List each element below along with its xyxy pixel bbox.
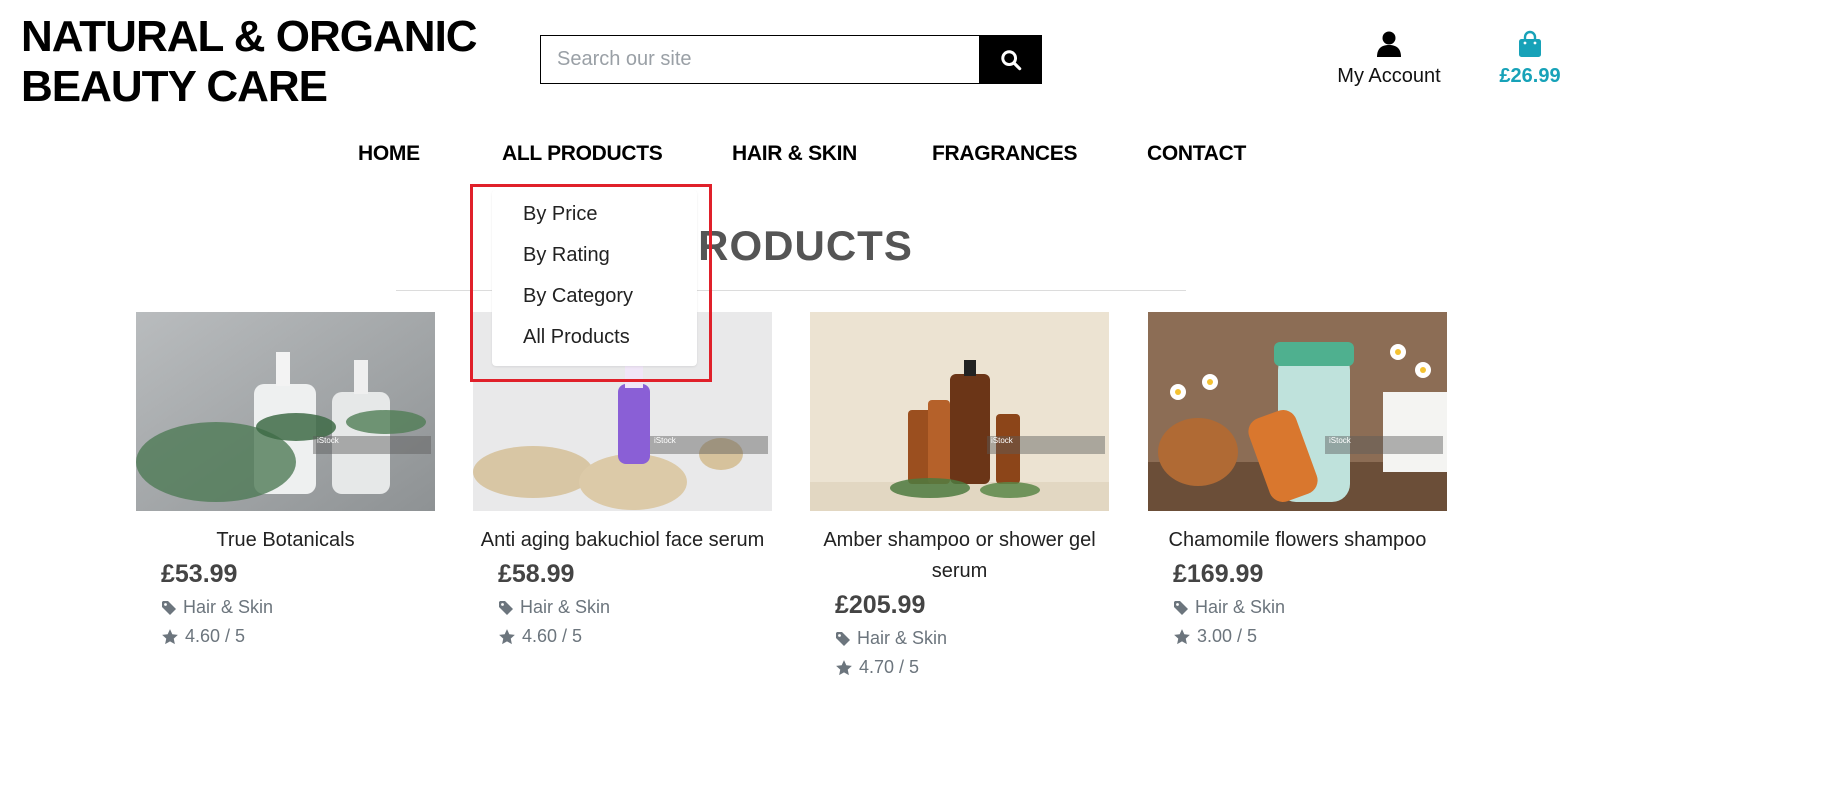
shopping-bag-link[interactable]: £26.99 bbox=[1494, 30, 1566, 88]
product-image-true-botanicals[interactable]: iStock bbox=[136, 312, 435, 511]
rating-label: 4.60 / 5 bbox=[185, 626, 246, 646]
star-icon bbox=[499, 628, 515, 644]
product-rating: 4.60 / 5 bbox=[136, 626, 435, 647]
product-name[interactable]: Amber shampoo or shower gel serum bbox=[810, 525, 1109, 587]
product-photo bbox=[810, 312, 1109, 511]
nav-hair-skin[interactable]: HAIR & SKIN bbox=[732, 142, 857, 166]
product-photo bbox=[136, 312, 435, 511]
nav-all-products[interactable]: ALL PRODUCTS bbox=[502, 142, 663, 166]
search-button[interactable] bbox=[979, 35, 1042, 84]
rating-label: 3.00 / 5 bbox=[1197, 626, 1258, 646]
dropdown-item-by-price[interactable]: By Price bbox=[492, 200, 697, 241]
product-price: £169.99 bbox=[1173, 560, 1264, 588]
product-rating: 3.00 / 5 bbox=[1148, 626, 1447, 647]
dropdown-item-all-products[interactable]: All Products bbox=[492, 323, 697, 364]
tag-icon bbox=[162, 600, 176, 615]
shopping-bag-icon bbox=[1519, 30, 1541, 57]
rating-label: 4.70 / 5 bbox=[859, 657, 920, 677]
nav-fragrances[interactable]: FRAGRANCES bbox=[932, 142, 1077, 166]
product-image-chamomile-shampoo[interactable]: iStock bbox=[1148, 312, 1447, 511]
product-card: iStock Amber shampoo or shower gel serum… bbox=[810, 312, 1109, 678]
logo-line-2: BEAUTY CARE bbox=[21, 62, 328, 111]
tag-icon bbox=[499, 600, 513, 615]
dropdown-item-by-category[interactable]: By Category bbox=[492, 282, 697, 323]
search-input[interactable] bbox=[540, 35, 979, 84]
image-watermark: iStock bbox=[313, 436, 431, 454]
category-label: Hair & Skin bbox=[857, 628, 948, 648]
category-label: Hair & Skin bbox=[183, 597, 274, 617]
tag-icon bbox=[1174, 600, 1188, 615]
dropdown-item-by-rating[interactable]: By Rating bbox=[492, 241, 697, 282]
image-watermark: iStock bbox=[650, 436, 768, 454]
product-category[interactable]: Hair & Skin bbox=[810, 628, 1109, 649]
my-account-label: My Account bbox=[1337, 65, 1441, 87]
product-category[interactable]: Hair & Skin bbox=[473, 597, 772, 618]
star-icon bbox=[1174, 628, 1190, 644]
tag-icon bbox=[836, 631, 850, 646]
search-form bbox=[540, 35, 1042, 84]
rating-label: 4.60 / 5 bbox=[522, 626, 583, 646]
product-rating: 4.70 / 5 bbox=[810, 657, 1109, 678]
product-card: iStock True Botanicals £53.99 Hair & Ski… bbox=[136, 312, 435, 647]
image-watermark: iStock bbox=[987, 436, 1105, 454]
nav-home[interactable]: HOME bbox=[358, 142, 420, 166]
product-price: £58.99 bbox=[498, 560, 575, 588]
image-watermark: iStock bbox=[1325, 436, 1443, 454]
product-card: iStock Chamomile flowers shampoo £169.99… bbox=[1148, 312, 1447, 647]
star-icon bbox=[162, 628, 178, 644]
search-icon bbox=[1000, 49, 1021, 70]
category-label: Hair & Skin bbox=[520, 597, 611, 617]
product-name[interactable]: Anti aging bakuchiol face serum bbox=[473, 525, 772, 556]
site-logo[interactable]: NATURAL & ORGANIC BEAUTY CARE bbox=[21, 12, 481, 112]
product-rating: 4.60 / 5 bbox=[473, 626, 772, 647]
category-label: Hair & Skin bbox=[1195, 597, 1286, 617]
all-products-dropdown: By Price By Rating By Category All Produ… bbox=[492, 190, 697, 366]
nav-contact[interactable]: CONTACT bbox=[1147, 142, 1246, 166]
logo-line-1: NATURAL & ORGANIC bbox=[21, 12, 478, 61]
star-icon bbox=[836, 659, 852, 675]
main-nav: HOME ALL PRODUCTS HAIR & SKIN FRAGRANCES… bbox=[0, 142, 1568, 170]
user-icon bbox=[1377, 31, 1401, 57]
product-name[interactable]: Chamomile flowers shampoo bbox=[1148, 525, 1447, 556]
product-category[interactable]: Hair & Skin bbox=[1148, 597, 1447, 618]
product-price: £205.99 bbox=[835, 591, 926, 619]
product-image-amber-shampoo[interactable]: iStock bbox=[810, 312, 1109, 511]
bag-total: £26.99 bbox=[1499, 65, 1561, 87]
product-photo bbox=[1148, 312, 1447, 511]
product-category[interactable]: Hair & Skin bbox=[136, 597, 435, 618]
product-name[interactable]: True Botanicals bbox=[136, 525, 435, 556]
product-price: £53.99 bbox=[161, 560, 238, 588]
my-account-link[interactable]: My Account bbox=[1330, 30, 1448, 88]
